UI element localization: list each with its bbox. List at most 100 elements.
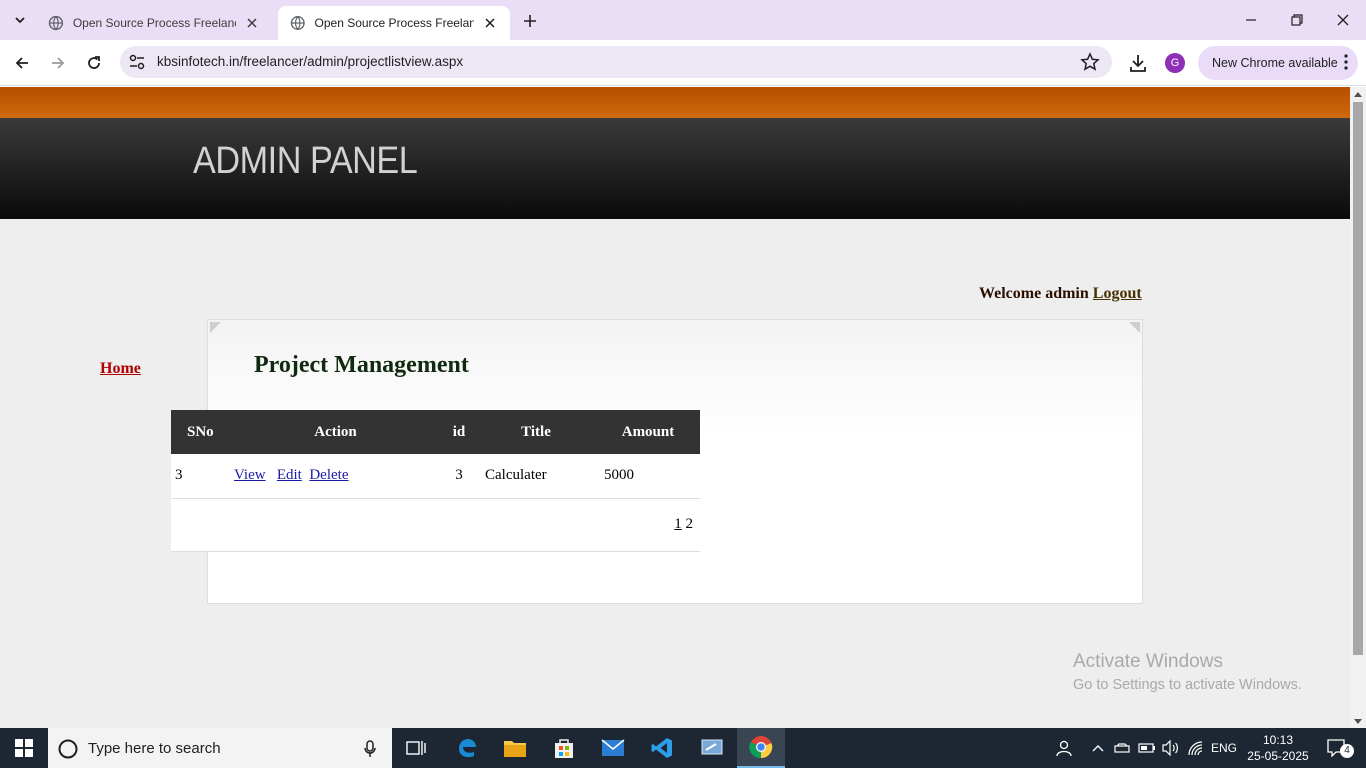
scroll-down-arrow-icon[interactable] bbox=[1354, 719, 1362, 724]
download-icon[interactable] bbox=[1127, 52, 1149, 74]
update-label: New Chrome available bbox=[1212, 56, 1338, 70]
chrome-icon bbox=[749, 736, 773, 759]
chevron-up-icon bbox=[1092, 745, 1104, 752]
globe-icon bbox=[290, 16, 305, 31]
network-tray-button[interactable] bbox=[1184, 728, 1208, 768]
battery-tray-button[interactable] bbox=[1136, 728, 1158, 768]
battery-icon bbox=[1138, 743, 1155, 753]
clock-date: 25-05-2025 bbox=[1247, 749, 1309, 763]
app-window-icon bbox=[701, 739, 723, 755]
column-header-amount: Amount bbox=[596, 410, 700, 454]
delete-link[interactable]: Delete bbox=[309, 467, 348, 483]
scroll-up-arrow-icon[interactable] bbox=[1354, 92, 1362, 97]
grid-header-row: SNo Action id Title Amount bbox=[171, 410, 700, 454]
arrow-right-icon bbox=[52, 57, 65, 69]
store-bag-icon bbox=[555, 739, 573, 758]
close-tab-icon[interactable] bbox=[244, 15, 260, 31]
drive-icon bbox=[1114, 743, 1130, 753]
view-link[interactable]: View bbox=[234, 467, 266, 483]
windows-logo-icon bbox=[15, 739, 33, 757]
scrollbar-thumb[interactable] bbox=[1353, 102, 1363, 655]
folder-icon bbox=[504, 741, 526, 757]
panel-corner-decoration bbox=[210, 322, 221, 333]
page-viewport: ADMIN PANEL Welcome admin Logout Home Pr… bbox=[0, 87, 1350, 728]
page-title: Project Management bbox=[254, 352, 469, 378]
site-settings-icon[interactable] bbox=[128, 53, 146, 71]
store-taskbar-button[interactable] bbox=[540, 728, 588, 768]
microphone-icon[interactable] bbox=[364, 740, 376, 758]
page-link-2[interactable]: 2 bbox=[686, 516, 694, 532]
browser-tab-1[interactable]: Open Source Process Freelancer bbox=[36, 6, 272, 40]
taskbar-search-box[interactable]: Type here to search bbox=[48, 728, 392, 768]
top-accent-bar bbox=[0, 87, 1350, 118]
task-view-button[interactable] bbox=[392, 728, 440, 768]
close-icon bbox=[1337, 14, 1349, 26]
table-row: 3 View Edit Delete 3 Calculater 5000 bbox=[171, 454, 700, 499]
tab-title: Open Source Process Freelancer bbox=[72, 16, 237, 30]
cell-id: 3 bbox=[442, 454, 476, 499]
edge-taskbar-button[interactable] bbox=[443, 728, 491, 768]
start-button[interactable] bbox=[0, 728, 48, 768]
logout-link[interactable]: Logout bbox=[1093, 285, 1142, 302]
edit-link[interactable]: Edit bbox=[277, 467, 302, 483]
panel-corner-decoration bbox=[1129, 322, 1140, 333]
show-hidden-icons-button[interactable] bbox=[1088, 728, 1108, 768]
notifications-button[interactable]: 4 bbox=[1320, 728, 1354, 768]
wifi-icon bbox=[1188, 741, 1203, 756]
arrow-left-icon bbox=[15, 57, 28, 69]
people-tray-button[interactable] bbox=[1052, 728, 1076, 768]
mail-icon bbox=[601, 739, 625, 756]
url-text[interactable]: kbsinfotech.in/freelancer/admin/projectl… bbox=[157, 54, 463, 69]
page-link-1[interactable]: 1 bbox=[674, 516, 682, 532]
back-button[interactable] bbox=[8, 49, 36, 77]
notification-badge: 4 bbox=[1340, 744, 1354, 758]
new-tab-button[interactable] bbox=[518, 9, 542, 33]
mail-taskbar-button[interactable] bbox=[589, 728, 637, 768]
watermark-line-1: Activate Windows bbox=[1073, 651, 1223, 672]
address-bar[interactable]: kbsinfotech.in/freelancer/admin/projectl… bbox=[120, 46, 1112, 78]
close-window-button[interactable] bbox=[1320, 0, 1366, 40]
cell-amount: 5000 bbox=[596, 454, 700, 499]
minimize-button[interactable] bbox=[1228, 0, 1274, 40]
plus-icon bbox=[524, 15, 536, 27]
browser-toolbar: kbsinfotech.in/freelancer/admin/projectl… bbox=[0, 40, 1366, 86]
vertical-scrollbar[interactable] bbox=[1350, 87, 1366, 728]
vscode-taskbar-button[interactable] bbox=[638, 728, 686, 768]
search-icon bbox=[58, 739, 78, 759]
restore-button[interactable] bbox=[1274, 0, 1320, 40]
cell-actions: View Edit Delete bbox=[229, 454, 442, 499]
clock[interactable]: 10:13 25-05-2025 bbox=[1240, 732, 1316, 764]
tab-title: Open Source Process Freelancer bbox=[314, 16, 475, 30]
reload-icon bbox=[88, 56, 100, 69]
drive-tray-button[interactable] bbox=[1112, 728, 1132, 768]
task-view-icon bbox=[406, 741, 426, 755]
tab-search-button[interactable] bbox=[8, 8, 32, 32]
search-placeholder: Type here to search bbox=[88, 739, 221, 757]
restore-icon bbox=[1291, 14, 1303, 26]
volume-tray-button[interactable] bbox=[1160, 728, 1182, 768]
forward-button[interactable] bbox=[44, 49, 72, 77]
chrome-taskbar-button[interactable] bbox=[737, 728, 785, 768]
close-tab-icon[interactable] bbox=[482, 15, 498, 31]
pager-row: 1 2 bbox=[171, 498, 700, 552]
remote-app-taskbar-button[interactable] bbox=[688, 728, 736, 768]
welcome-text: Welcome admin bbox=[979, 285, 1089, 302]
home-link[interactable]: Home bbox=[100, 360, 141, 378]
people-icon bbox=[1056, 740, 1072, 757]
browser-tab-strip: Open Source Process Freelancer Open Sour… bbox=[0, 0, 1366, 40]
column-header-sno: SNo bbox=[171, 410, 229, 454]
reload-button[interactable] bbox=[80, 49, 108, 77]
watermark-line-2: Go to Settings to activate Windows. bbox=[1073, 677, 1302, 693]
chrome-update-button[interactable]: New Chrome available bbox=[1198, 46, 1358, 80]
site-header: ADMIN PANEL bbox=[0, 118, 1350, 219]
clock-time: 10:13 bbox=[1262, 733, 1294, 747]
language-indicator[interactable]: ENG bbox=[1208, 728, 1240, 768]
file-explorer-taskbar-button[interactable] bbox=[491, 728, 539, 768]
more-vert-icon bbox=[1344, 54, 1348, 70]
cell-title: Calculater bbox=[476, 454, 596, 499]
profile-avatar[interactable]: G bbox=[1165, 53, 1185, 73]
column-header-action: Action bbox=[229, 410, 442, 454]
project-grid: SNo Action id Title Amount 3 View Edit D… bbox=[171, 410, 700, 552]
bookmark-star-icon[interactable] bbox=[1080, 52, 1100, 72]
browser-tab-2[interactable]: Open Source Process Freelancer bbox=[278, 6, 510, 40]
